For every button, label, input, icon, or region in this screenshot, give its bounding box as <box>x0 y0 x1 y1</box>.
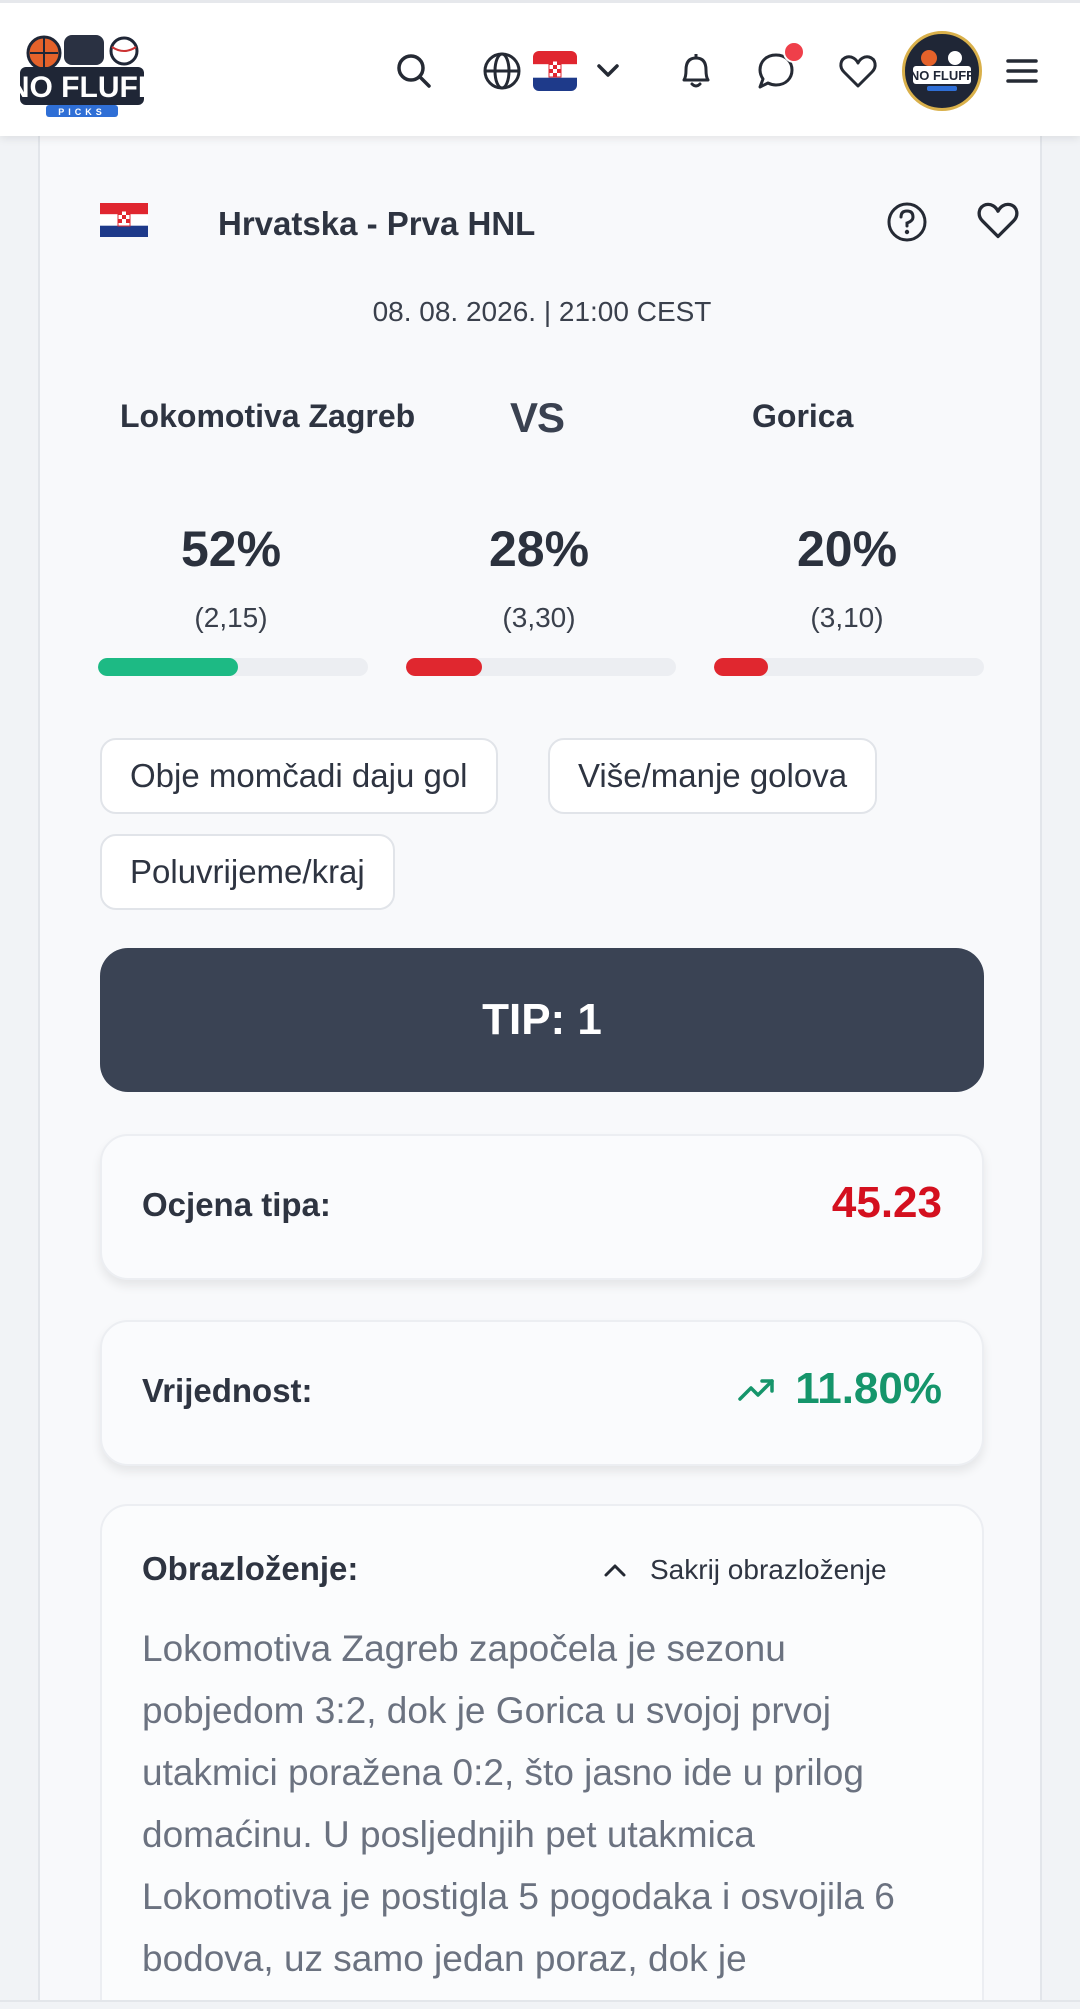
home-team-name: Lokomotiva Zagreb <box>120 398 416 434</box>
tip-rating-box: Ocjena tipa: 45.23 <box>100 1134 984 1280</box>
hide-reasoning-label: Sakrij obrazloženje <box>650 1554 887 1585</box>
chevron-up-icon <box>602 1561 628 1579</box>
home-win-probability: 52% <box>180 521 282 577</box>
league-row: Hrvatska - Prva HNL <box>100 191 1019 251</box>
globe-icon[interactable] <box>474 43 530 99</box>
away-win-bar-fill <box>714 658 768 676</box>
draw-bar <box>406 658 676 676</box>
draw-probability: 28% <box>488 521 590 577</box>
league-name[interactable]: Hrvatska - Prva HNL <box>218 205 535 243</box>
away-team-name: Gorica <box>752 398 854 434</box>
draw-bar-fill <box>406 658 482 676</box>
notification-badge <box>783 41 805 63</box>
logo-text: NO FLUFF <box>20 71 150 104</box>
trending-up-icon <box>737 1375 777 1403</box>
site-logo[interactable]: NO FLUFF PICKS <box>8 29 156 119</box>
reasoning-title: Obrazloženje: <box>142 1550 359 1587</box>
home-win-bar <box>98 658 368 676</box>
bell-icon[interactable] <box>668 43 724 99</box>
value-readout: 11.80% <box>737 1364 942 1414</box>
tip-rating-label: Ocjena tipa: <box>142 1186 331 1223</box>
away-win-probability: 20% <box>796 521 898 577</box>
croatia-flag-icon <box>100 203 148 237</box>
market-chip-over-under[interactable]: Više/manje golova <box>548 738 878 814</box>
logo-subtext: PICKS <box>58 107 106 117</box>
reasoning-box: Obrazloženje: Sakrij obrazloženje Lokomo… <box>100 1504 984 2009</box>
user-avatar[interactable]: NO FLUFF <box>902 31 982 111</box>
help-icon[interactable] <box>884 199 930 245</box>
match-datetime: 08. 08. 2026. | 21:00 CEST <box>372 296 712 327</box>
bottom-edge <box>0 2000 1080 2009</box>
heart-icon[interactable] <box>830 43 886 99</box>
home-win-odds: (2,15) <box>194 602 268 633</box>
hide-reasoning-toggle[interactable]: Sakrij obrazloženje <box>602 1554 887 1586</box>
favorite-heart-icon[interactable] <box>976 199 1024 245</box>
tip-rating-value: 45.23 <box>831 1178 942 1227</box>
language-flag-icon[interactable] <box>533 51 577 91</box>
menu-icon[interactable] <box>994 43 1050 99</box>
value-percent: 11.80% <box>795 1364 942 1413</box>
chevron-down-icon[interactable] <box>580 43 636 99</box>
value-box: Vrijednost: 11.80% <box>100 1320 984 1466</box>
market-chip-btts[interactable]: Obje momčadi daju gol <box>100 738 498 814</box>
logo-graphic: NO FLUFF PICKS <box>8 35 156 117</box>
vs-label: VS <box>510 394 565 441</box>
away-win-odds: (3,10) <box>810 602 884 633</box>
draw-odds: (3,30) <box>502 602 576 633</box>
home-win-bar-fill <box>98 658 239 676</box>
tip-banner[interactable]: TIP: 1 <box>100 948 984 1092</box>
search-icon[interactable] <box>386 43 442 99</box>
top-navbar: NO FLUFF PICKS <box>0 0 1080 136</box>
value-label: Vrijednost: <box>142 1372 313 1409</box>
away-win-bar <box>714 658 984 676</box>
market-chip-halftime-fulltime[interactable]: Poluvrijeme/kraj <box>100 834 395 910</box>
svg-text:NO FLUFF: NO FLUFF <box>910 68 974 83</box>
reasoning-text: Lokomotiva Zagreb započela je sezonu pob… <box>142 1628 895 1979</box>
match-card: Hrvatska - Prva HNL 08. 08. 2026. | 21:0… <box>38 136 1042 2009</box>
